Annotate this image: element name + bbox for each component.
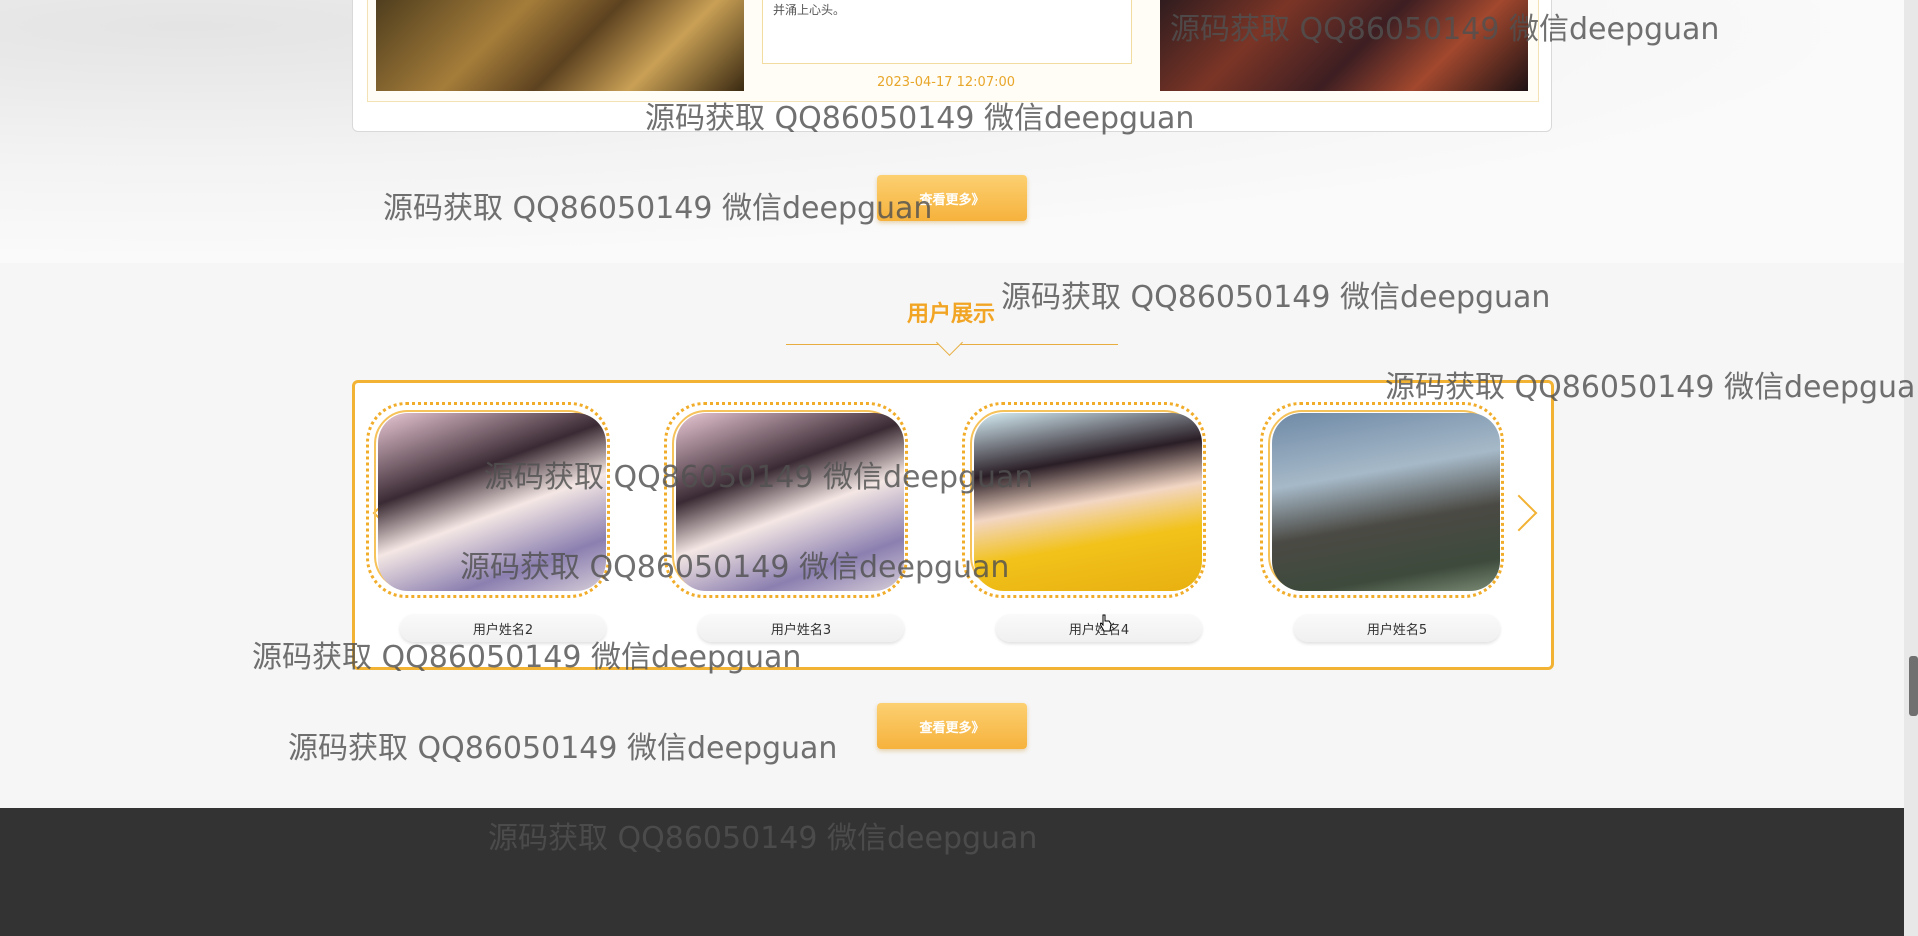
news-image[interactable] [376,0,744,91]
news-text-card[interactable]: 并涌上心头。 [762,0,1132,64]
news-date: 2023-04-17 12:07:00 [876,75,1016,90]
news-image[interactable] [1160,0,1528,91]
user-card[interactable]: 用户姓名3 [664,402,914,642]
news-snippet: 并涌上心头。 [773,3,846,17]
footer [0,808,1904,936]
user-card[interactable]: 用户姓名5 [1260,402,1510,642]
avatar[interactable] [1272,413,1500,591]
view-more-news-button[interactable]: 查看更多》 [877,175,1027,221]
user-name[interactable]: 用户姓名4 [996,614,1202,642]
view-more-users-button[interactable]: 查看更多》 [877,703,1027,749]
avatar[interactable] [378,413,606,591]
user-name[interactable]: 用户姓名2 [400,614,606,642]
mouse-cursor-icon [1100,614,1112,632]
avatar[interactable] [974,413,1202,591]
scrollbar-thumb[interactable] [1909,656,1918,716]
watermark: 源码获取 QQ86050149 微信deepguan [288,731,838,766]
scrollbar[interactable] [1904,0,1918,936]
user-name[interactable]: 用户姓名5 [1294,614,1500,642]
news-carousel: 并涌上心头。 2023-04-17 12:07:00 [367,0,1539,102]
section-title: 用户展示 [906,302,995,327]
user-name[interactable]: 用户姓名3 [698,614,904,642]
user-card[interactable]: 用户姓名4 [962,402,1212,642]
news-panel: 并涌上心头。 2023-04-17 12:07:00 [352,0,1552,132]
avatar[interactable] [676,413,904,591]
user-card[interactable]: 用户姓名2 [366,402,616,642]
chevron-down-icon [936,329,963,356]
